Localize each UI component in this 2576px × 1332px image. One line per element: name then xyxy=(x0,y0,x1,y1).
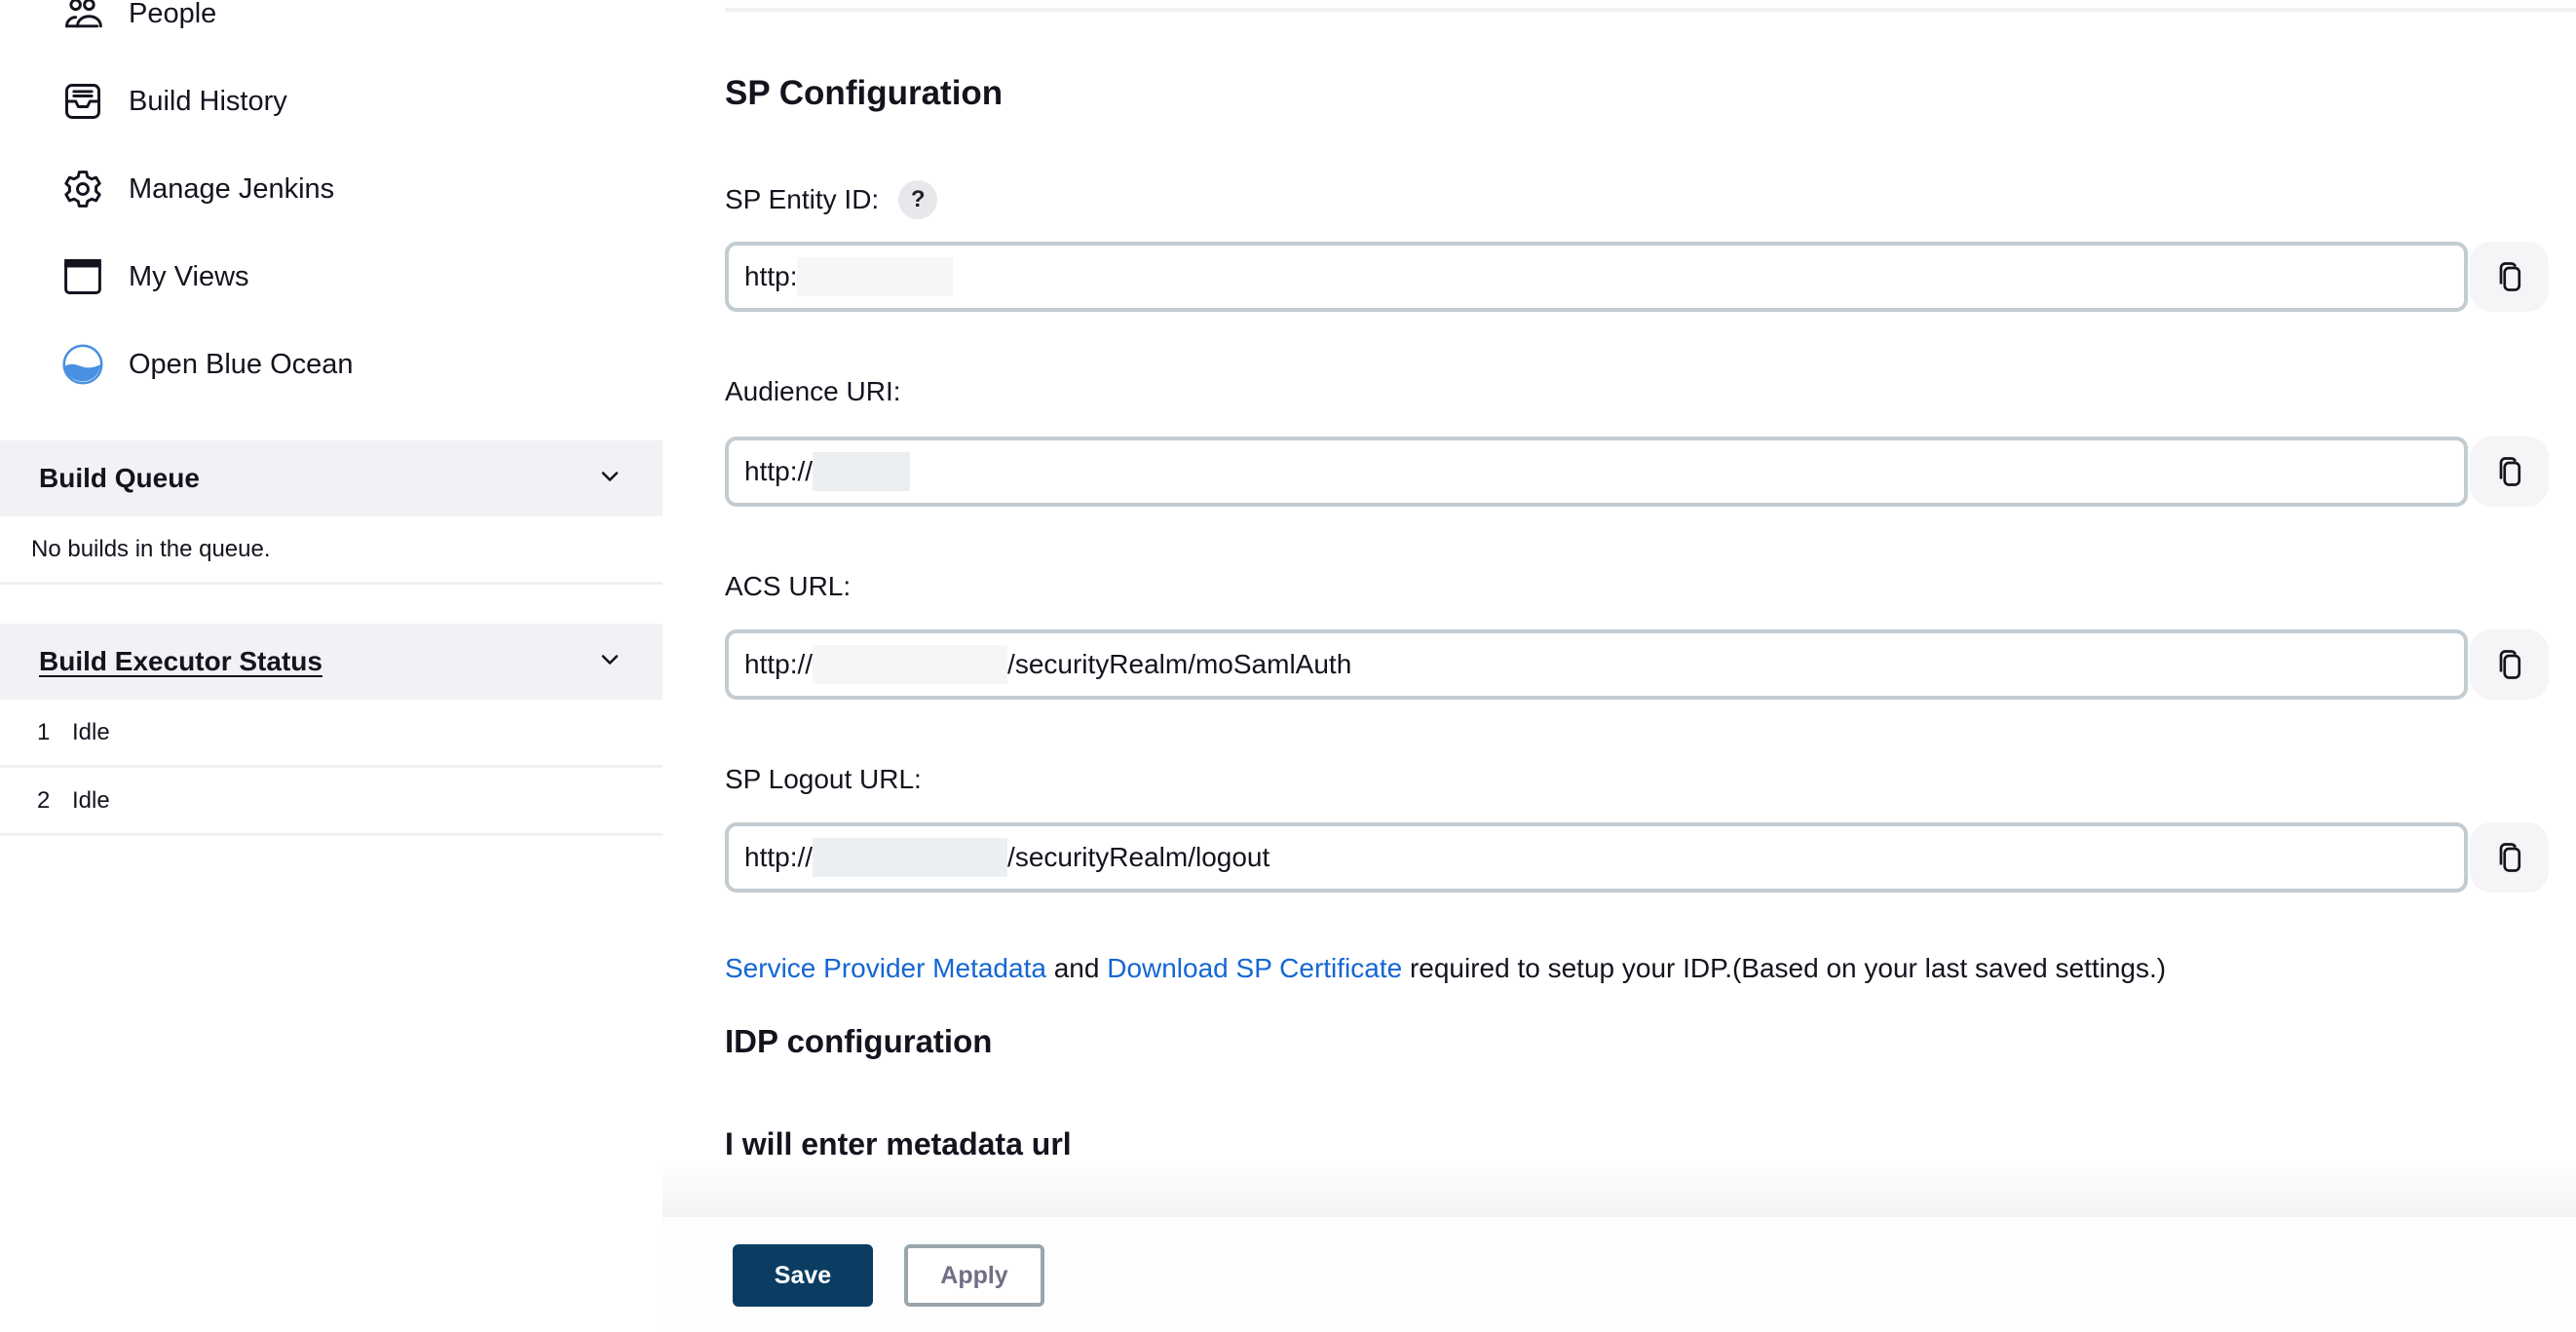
sp-logout-url-row: http:// /securityRealm/logout xyxy=(725,822,2549,893)
sp-configuration-heading: SP Configuration xyxy=(725,74,1004,112)
metadata-url-subtitle: I will enter metadata url xyxy=(725,1126,1072,1161)
executor-status-title-link[interactable]: Build Executor Status xyxy=(39,646,322,677)
bottom-bar-shadow xyxy=(663,1160,2576,1217)
field-value-prefix: http:// xyxy=(744,842,814,872)
chevron-down-icon[interactable] xyxy=(596,463,624,495)
sidebar-item-open-blue-ocean[interactable]: Open Blue Ocean xyxy=(60,335,354,394)
window-icon xyxy=(60,254,105,299)
audience-uri-label: Audience URI: xyxy=(725,372,901,411)
sp-entity-id-field[interactable]: http: xyxy=(725,242,2468,312)
redacted-text xyxy=(797,257,954,296)
copy-icon xyxy=(2499,843,2520,872)
build-queue-header[interactable]: Build Queue xyxy=(0,440,663,516)
section-divider xyxy=(725,8,2576,12)
audience-uri-field[interactable]: http:// xyxy=(725,437,2468,507)
redacted-text xyxy=(813,452,911,491)
field-value-prefix: http:// xyxy=(744,456,814,486)
copy-icon xyxy=(2499,262,2520,291)
acs-url-field[interactable]: http:// /securityRealm/moSamlAuth xyxy=(725,629,2468,700)
build-queue-pane: Build Queue No builds in the queue. xyxy=(0,440,663,585)
main-content: SP Configuration SP Entity ID: ? http: A… xyxy=(725,0,2576,1332)
inbox-tray-icon xyxy=(60,79,105,124)
blue-ocean-icon xyxy=(60,342,105,387)
field-value-prefix: http:// xyxy=(744,649,814,679)
sp-logout-url-label: SP Logout URL: xyxy=(725,760,922,799)
executor-row: 1 Idle xyxy=(0,700,663,768)
acs-url-row: http:// /securityRealm/moSamlAuth xyxy=(725,629,2549,700)
metadata-info-text: Service Provider Metadata and Download S… xyxy=(725,953,2166,984)
executor-state: Idle xyxy=(72,786,110,814)
field-label-text: SP Logout URL: xyxy=(725,764,922,794)
chevron-down-icon[interactable] xyxy=(596,646,624,678)
copy-sp-entity-id-button[interactable] xyxy=(2470,242,2549,312)
executor-number: 2 xyxy=(37,786,51,814)
audience-uri-row: http:// xyxy=(725,437,2549,507)
people-icon xyxy=(60,0,105,36)
sp-logout-url-field[interactable]: http:// /securityRealm/logout xyxy=(725,822,2468,893)
info-rest-text: required to setup your IDP.(Based on you… xyxy=(1402,953,2167,983)
service-provider-metadata-link[interactable]: Service Provider Metadata xyxy=(725,953,1046,983)
sidebar-item-label: People xyxy=(129,0,217,29)
field-value-prefix: http: xyxy=(744,261,798,291)
sidebar-item-build-history[interactable]: Build History xyxy=(60,72,287,131)
sidebar: People Build History Manage Jenkins My V… xyxy=(0,0,663,1332)
executor-row: 2 Idle xyxy=(0,768,663,836)
sp-entity-id-row: http: xyxy=(725,242,2549,312)
build-queue-empty-text: No builds in the queue. xyxy=(31,535,271,562)
executor-state: Idle xyxy=(72,718,110,745)
copy-sp-logout-url-button[interactable] xyxy=(2470,822,2549,893)
save-button[interactable]: Save xyxy=(733,1244,873,1307)
field-value-suffix: /securityRealm/logout xyxy=(1007,842,1270,872)
copy-icon xyxy=(2499,650,2520,679)
executor-number: 1 xyxy=(37,718,51,745)
build-queue-title: Build Queue xyxy=(39,463,200,493)
copy-icon xyxy=(2499,457,2520,486)
sidebar-item-label: Build History xyxy=(129,85,287,117)
info-and-text: and xyxy=(1045,953,1108,983)
copy-acs-url-button[interactable] xyxy=(2470,629,2549,700)
sidebar-item-my-views[interactable]: My Views xyxy=(60,247,249,306)
idp-configuration-heading: IDP configuration xyxy=(725,1023,993,1059)
sidebar-item-people[interactable]: People xyxy=(60,0,216,43)
download-sp-certificate-link[interactable]: Download SP Certificate xyxy=(1107,953,1402,983)
sp-entity-id-label: SP Entity ID: ? xyxy=(725,177,938,222)
apply-button[interactable]: Apply xyxy=(904,1244,1044,1307)
gear-icon xyxy=(60,167,105,211)
field-label-text: ACS URL: xyxy=(725,571,852,601)
sidebar-item-label: Manage Jenkins xyxy=(129,172,335,205)
sidebar-item-label: Open Blue Ocean xyxy=(129,348,354,380)
redacted-text xyxy=(813,838,1008,877)
executor-status-header: Build Executor Status xyxy=(0,624,663,700)
sidebar-item-label: My Views xyxy=(129,260,249,292)
executor-status-pane: Build Executor Status 1 Idle 2 Idle xyxy=(0,624,663,836)
sidebar-item-manage-jenkins[interactable]: Manage Jenkins xyxy=(60,160,334,218)
acs-url-label: ACS URL: xyxy=(725,567,851,606)
build-queue-empty: No builds in the queue. xyxy=(0,516,663,585)
field-value-suffix: /securityRealm/moSamlAuth xyxy=(1007,649,1352,679)
field-label-text: Audience URI: xyxy=(725,376,901,406)
field-label-text: SP Entity ID: xyxy=(725,184,880,214)
copy-audience-uri-button[interactable] xyxy=(2470,437,2549,507)
redacted-text xyxy=(813,645,1008,684)
help-icon[interactable]: ? xyxy=(898,180,938,219)
